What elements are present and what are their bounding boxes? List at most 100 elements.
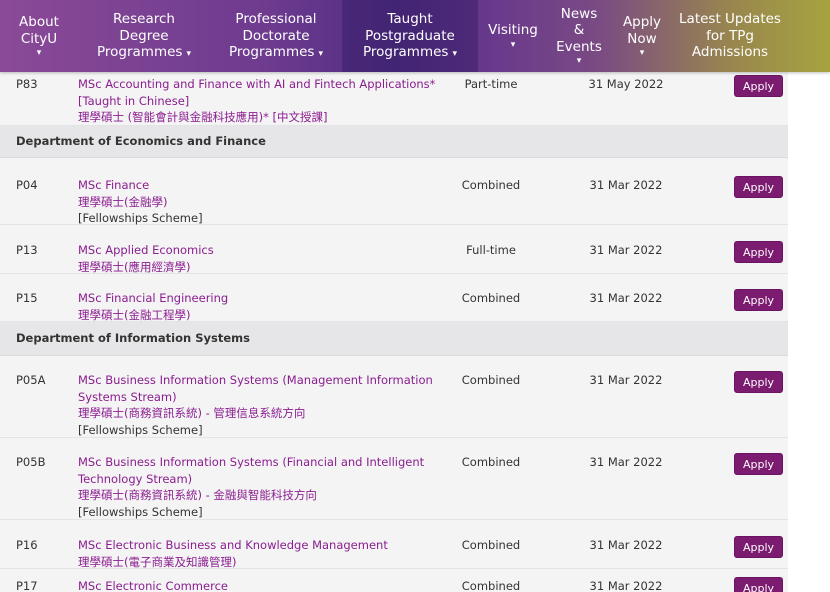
apply-button[interactable]: Apply [734, 577, 784, 592]
nav-item-label: Programmes ▾ [229, 44, 323, 61]
nav-item-label: Research [113, 11, 175, 28]
nav-item-label: Doctorate [242, 27, 310, 44]
apply-cell: Apply [734, 75, 784, 97]
programme-name-cell: MSc Electronic Business and Knowledge Ma… [78, 537, 438, 570]
programme-code: P05A [16, 373, 46, 387]
nav-item-label: Postgraduate [365, 27, 455, 44]
application-deadline: 31 Mar 2022 [589, 373, 663, 387]
nav-item-apply-now[interactable]: Apply Now ▾ [610, 0, 674, 72]
nav-item-latest-updates-tpg-admissions[interactable]: Latest Updates for TPg Admissions [674, 0, 786, 72]
nav-item-label: Apply [622, 14, 662, 30]
study-mode: Combined [461, 538, 521, 552]
table-row: P05A MSc Business Information Systems (Ma… [0, 356, 788, 438]
nav-item-visiting[interactable]: Visiting ▾ [478, 0, 548, 72]
apply-button[interactable]: Apply [734, 536, 784, 558]
table-row: P17 MSc Electronic Commerce Combined 31 Mar… [0, 570, 788, 592]
apply-button[interactable]: Apply [734, 241, 784, 263]
nav-item-news-events[interactable]: News & Events ▾ [548, 0, 610, 72]
nav-item-label: & [573, 22, 585, 39]
programme-chinese-name[interactable]: 理學碩士(金融工程學) [78, 307, 438, 324]
table-row: P05B MSc Business Information Systems (Fi… [0, 438, 788, 520]
nav-item-label: Visiting [488, 22, 538, 39]
chevron-down-icon: ▾ [639, 48, 645, 58]
apply-button[interactable]: Apply [734, 289, 784, 311]
study-mode: Combined [461, 291, 521, 305]
table-row: P04 MSc Finance 理學碩士(金融學) [Fellowships Sche… [0, 159, 788, 225]
nav-item-label: Programmes ▾ [363, 44, 457, 61]
apply-cell: Apply [734, 577, 784, 592]
programme-link[interactable]: MSc Electronic Commerce [78, 578, 438, 592]
application-deadline: 31 May 2022 [588, 77, 664, 91]
programme-name-cell: MSc Electronic Commerce [78, 578, 438, 592]
programme-chinese-name[interactable]: 理學碩士(應用經濟學) [78, 259, 438, 276]
programme-name-cell: MSc Business Information Systems (Manage… [78, 372, 438, 438]
programme-code: P16 [16, 538, 38, 552]
application-deadline: 31 Mar 2022 [589, 579, 663, 592]
programme-link[interactable]: MSc Electronic Business and Knowledge Ma… [78, 537, 438, 554]
nav-item-label: Latest Updates [679, 11, 781, 28]
programme-chinese-name[interactable]: 理學碩士(電子商業及知識管理) [78, 554, 438, 571]
programme-scheme-note: [Fellowships Scheme] [78, 504, 203, 519]
chevron-down-icon: ▾ [510, 39, 516, 50]
apply-cell: Apply [734, 289, 784, 311]
nav-item-research-degree-programmes[interactable]: Research Degree Programmes ▾ [78, 0, 210, 72]
programme-link[interactable]: MSc Financial Engineering [78, 290, 438, 307]
top-navigation: About CityU ▾ Research Degree Programmes ▾ Prof… [0, 0, 830, 72]
programme-name-cell: MSc Applied Economics 理學碩士(應用經濟學) [78, 242, 438, 275]
table-row: P15 MSc Financial Engineering 理學碩士(金融工程學) C… [0, 274, 788, 322]
study-mode: Combined [461, 579, 521, 592]
programme-code: P13 [16, 243, 38, 257]
page-margin [788, 0, 830, 592]
table-row: P16 MSc Electronic Business and Knowledge… [0, 521, 788, 569]
apply-button[interactable]: Apply [734, 371, 784, 393]
nav-item-professional-doctorate-programmes[interactable]: Professional Doctorate Programmes ▾ [210, 0, 342, 72]
programme-scheme-note: [Fellowships Scheme] [78, 422, 203, 437]
nav-item-label: Professional [235, 11, 317, 28]
programme-name-cell: MSc Finance 理學碩士(金融學) [Fellowships Scheme] [78, 177, 438, 227]
programme-link[interactable]: MSc Business Information Systems (Manage… [78, 372, 438, 405]
study-mode: Part-time [464, 77, 518, 91]
apply-button[interactable]: Apply [734, 75, 784, 97]
programme-code: P17 [16, 579, 38, 592]
programme-link[interactable]: MSc Business Information Systems (Financ… [78, 454, 438, 487]
programme-chinese-name[interactable]: 理學碩士(商務資訊系統) - 金融與智能科技方向 [78, 487, 438, 504]
programme-code: P83 [16, 77, 38, 91]
study-mode: Combined [461, 178, 521, 192]
nav-item-about-cityu[interactable]: About CityU ▾ [0, 0, 78, 72]
programme-name-cell: MSc Financial Engineering 理學碩士(金融工程學) [78, 290, 438, 323]
programme-link[interactable]: MSc Finance [78, 177, 438, 194]
programme-chinese-name[interactable]: 理學碩士(商務資訊系統) - 管理信息系統方向 [78, 405, 438, 422]
chevron-down-icon: ▾ [318, 49, 323, 60]
study-mode: Combined [461, 455, 521, 469]
apply-button[interactable]: Apply [734, 176, 784, 198]
programme-language-note[interactable]: [Taught in Chinese] [78, 93, 438, 110]
programme-code: P04 [16, 178, 38, 192]
programme-scheme-note: [Fellowships Scheme] [78, 211, 203, 225]
department-header: Department of Economics and Finance [0, 126, 788, 158]
programme-link[interactable]: MSc Accounting and Finance with AI and F… [78, 76, 438, 93]
table-row: P13 MSc Applied Economics 理學碩士(應用經濟學) Full-… [0, 226, 788, 274]
programme-name-cell: MSc Accounting and Finance with AI and F… [78, 76, 438, 126]
application-deadline: 31 Mar 2022 [589, 291, 663, 305]
apply-cell: Apply [734, 453, 784, 475]
apply-cell: Apply [734, 536, 784, 558]
nav-item-label: About [19, 14, 59, 30]
nav-item-label: Admissions [691, 44, 769, 61]
nav-item-label: Events [556, 38, 602, 55]
table-row: P83 MSc Accounting and Finance with AI an… [0, 66, 788, 126]
programme-chinese-name[interactable]: 理學碩士 (智能會計與金融科技應用)* [中文授課] [78, 109, 438, 126]
apply-cell: Apply [734, 176, 784, 198]
nav-item-taught-postgraduate-programmes[interactable]: Taught Postgraduate Programmes ▾ [342, 0, 478, 72]
programme-chinese-name[interactable]: 理學碩士(金融學) [78, 194, 438, 211]
programme-code: P15 [16, 291, 38, 305]
apply-cell: Apply [734, 241, 784, 263]
application-deadline: 31 Mar 2022 [589, 178, 663, 192]
programme-link[interactable]: MSc Applied Economics [78, 242, 438, 259]
chevron-down-icon: ▾ [36, 48, 42, 58]
nav-item-label: Degree [119, 27, 169, 44]
department-header: Department of Information Systems [0, 322, 788, 356]
application-deadline: 31 Mar 2022 [589, 455, 663, 469]
apply-button[interactable]: Apply [734, 453, 784, 475]
nav-item-label: Now [627, 30, 657, 47]
department-name: Department of Economics and Finance [16, 134, 266, 148]
